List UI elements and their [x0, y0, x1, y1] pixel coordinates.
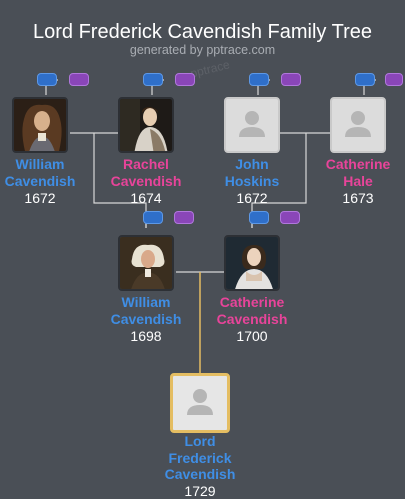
- expand-parents-button[interactable]: [143, 211, 163, 224]
- person-silhouette-icon: [187, 389, 213, 415]
- expand-partner-button[interactable]: [281, 73, 301, 86]
- expand-partner-button[interactable]: [280, 211, 300, 224]
- last-name: Cavendish: [4, 172, 76, 189]
- expand-partner-button[interactable]: [69, 73, 89, 86]
- expand-parents-button[interactable]: [37, 73, 57, 86]
- birth-year: 1700: [236, 328, 268, 344]
- person-silhouette-icon: [345, 111, 371, 137]
- last-name: Cavendish: [110, 310, 182, 327]
- portrait-catherine-cavendish[interactable]: [224, 235, 280, 291]
- person-name[interactable]: Lord Frederick Cavendish: [150, 433, 250, 483]
- portrait-rachel-cavendish[interactable]: [118, 97, 174, 153]
- portrait-william-cavendish-1672[interactable]: [12, 97, 68, 153]
- expand-parents-button[interactable]: [143, 73, 163, 86]
- last-name: Cavendish: [110, 172, 182, 189]
- person-silhouette-icon: [239, 111, 265, 137]
- first-name: Catherine: [219, 294, 285, 310]
- birth-year: 1698: [130, 328, 162, 344]
- avatar-placeholder-john-hoskins[interactable]: [224, 97, 280, 153]
- name-line: Cavendish: [164, 466, 236, 482]
- person-name[interactable]: Rachel Cavendish: [96, 156, 196, 189]
- person-name[interactable]: William Cavendish: [96, 294, 196, 327]
- person-name[interactable]: John Hoskins: [202, 156, 302, 189]
- name-line: Frederick: [168, 449, 232, 466]
- person-name[interactable]: William Cavendish: [0, 156, 90, 189]
- first-name: William: [15, 156, 65, 172]
- portrait-william-cavendish-1698[interactable]: [118, 235, 174, 291]
- avatar-placeholder-catherine-hale[interactable]: [330, 97, 386, 153]
- person-name[interactable]: Catherine Hale: [308, 156, 405, 189]
- last-name: Hoskins: [224, 172, 280, 189]
- birth-year: 1674: [130, 190, 162, 206]
- name-line: Lord: [184, 433, 216, 449]
- first-name: William: [121, 294, 171, 310]
- first-name: Rachel: [123, 156, 169, 172]
- expand-partner-button[interactable]: [175, 73, 195, 86]
- first-name: Catherine: [325, 156, 391, 172]
- expand-partner-button[interactable]: [174, 211, 194, 224]
- expand-parents-button[interactable]: [355, 73, 375, 86]
- avatar-placeholder-lord-frederick-cavendish[interactable]: [170, 373, 230, 433]
- last-name: Cavendish: [216, 310, 288, 327]
- last-name: Hale: [343, 172, 373, 189]
- birth-year: 1672: [24, 190, 56, 206]
- first-name: John: [235, 156, 269, 172]
- birth-year: 1729: [184, 483, 216, 499]
- birth-year: 1673: [342, 190, 374, 206]
- expand-parents-button[interactable]: [249, 73, 269, 86]
- person-name[interactable]: Catherine Cavendish: [202, 294, 302, 327]
- birth-year: 1672: [236, 190, 268, 206]
- expand-parents-button[interactable]: [249, 211, 269, 224]
- expand-partner-button[interactable]: [385, 73, 403, 86]
